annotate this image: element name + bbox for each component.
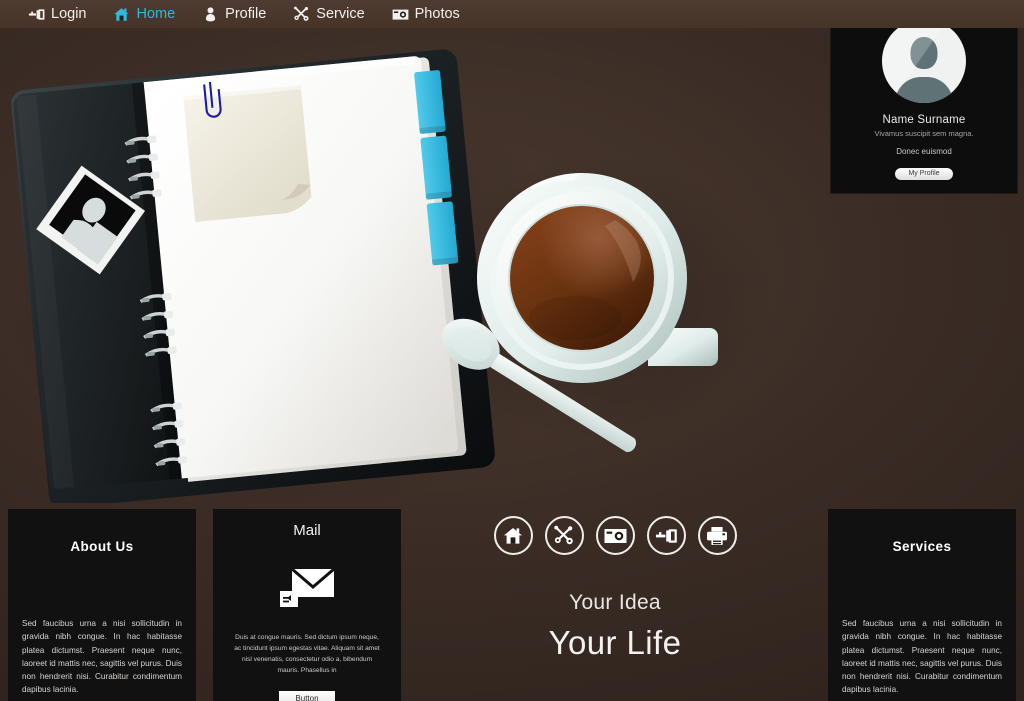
nav-item-label: Profile	[225, 5, 267, 22]
mail-body: Duis at congue mauris. Sed dictum ipsum …	[234, 634, 380, 675]
mail-title: Mail	[293, 522, 321, 539]
about-us-title: About Us	[70, 539, 134, 554]
sticky-note	[183, 85, 312, 222]
nav-item-home[interactable]: Home	[113, 6, 175, 23]
profile-subtitle: Vivamus suscipit sem magna.	[874, 129, 974, 138]
services-title: Services	[892, 539, 952, 554]
icon-row	[493, 516, 737, 555]
home-icon	[113, 6, 130, 23]
wrench-icon	[293, 6, 310, 23]
nav-item-photos[interactable]: Photos	[392, 6, 460, 23]
person-icon	[202, 6, 219, 23]
camera-icon	[604, 527, 627, 545]
envelope-icon	[278, 561, 336, 614]
nav-item-label: Login	[51, 5, 87, 22]
about-us-panel: About Us Sed faucibus urna a nisi sollic…	[8, 509, 196, 701]
avatar	[882, 19, 966, 103]
circle-home-icon-button[interactable]	[493, 516, 533, 555]
top-navigation-bar: Login Home Profile Service Photos	[0, 0, 1024, 28]
services-panel: Services Sed faucibus urna a nisi sollic…	[828, 509, 1016, 701]
about-us-body: Sed faucibus urna a nisi sollicitudin in…	[22, 619, 182, 695]
printer-icon	[706, 526, 728, 546]
profile-subtitle-secondary: Donec euismod	[896, 147, 952, 156]
key-icon	[655, 527, 678, 545]
wrench-icon	[553, 525, 575, 547]
nav-item-login[interactable]: Login	[28, 6, 86, 23]
nav-item-label: Service	[316, 5, 365, 22]
circle-printer-icon-button[interactable]	[697, 516, 737, 555]
nav-item-label: Home	[136, 5, 176, 22]
key-icon	[28, 6, 45, 23]
tagline-secondary: Your Life	[548, 624, 682, 661]
circle-camera-icon-button[interactable]	[595, 516, 635, 555]
profile-card: Name Surname Vivamus suscipit sem magna.…	[831, 3, 1017, 193]
mail-button[interactable]: Button	[279, 691, 335, 701]
my-profile-button[interactable]: My Profile	[895, 168, 953, 180]
camera-icon	[392, 6, 409, 23]
services-body: Sed faucibus urna a nisi sollicitudin in…	[842, 619, 1002, 695]
circle-login-icon-button[interactable]	[646, 516, 686, 555]
nav-item-service[interactable]: Service	[293, 5, 365, 23]
home-icon	[502, 525, 524, 547]
nav-item-label: Photos	[414, 5, 460, 22]
tagline-primary: Your Idea	[569, 591, 661, 614]
mail-panel: Mail Duis at congue mauris. Sed dictum i…	[213, 509, 401, 701]
avatar-gloss	[882, 19, 966, 103]
center-column: Your Idea Your Life	[402, 509, 828, 701]
circle-service-icon-button[interactable]	[544, 516, 584, 555]
nav-item-profile[interactable]: Profile	[202, 6, 266, 23]
profile-name: Name Surname	[882, 114, 966, 126]
